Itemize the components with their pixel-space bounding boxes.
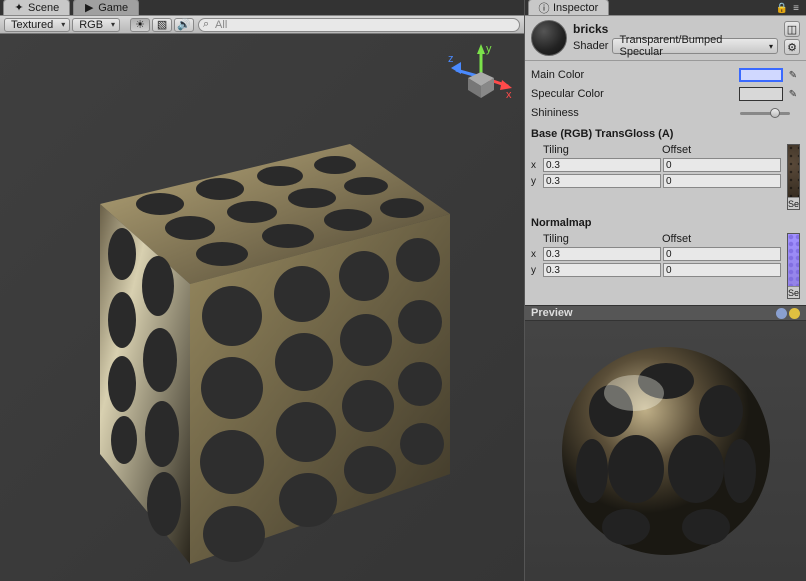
book-icon: ◫ [787, 23, 797, 36]
base-tiling-x[interactable] [543, 158, 661, 172]
normal-tiling-x[interactable] [543, 247, 661, 261]
normal-texture-slot[interactable]: Select [787, 233, 800, 299]
shading-mode-dropdown[interactable]: Textured [4, 18, 70, 32]
shading-mode-label: Textured [11, 19, 53, 31]
axis-y-label: y [531, 176, 541, 187]
material-preview-thumb [531, 20, 567, 56]
tab-game[interactable]: ▶ Game [73, 0, 139, 15]
base-offset-x[interactable] [663, 158, 781, 172]
scene-tab-row: ✦ Scene ▶ Game [0, 0, 524, 16]
axis-x-label: x [531, 160, 541, 171]
help-button[interactable]: ◫ [784, 21, 800, 37]
scene-search-input[interactable]: All [198, 18, 520, 32]
gear-icon: ⚙ [787, 41, 797, 54]
base-offset-y[interactable] [663, 174, 781, 188]
sun-icon: ☀ [135, 18, 145, 31]
preview-viewport[interactable] [525, 321, 806, 581]
normal-tiling-y[interactable] [543, 263, 661, 277]
normal-select-button[interactable]: Select [788, 286, 799, 298]
preview-title: Preview [531, 307, 573, 319]
shininess-slider[interactable] [740, 112, 800, 115]
skybox-toggle[interactable]: ▧ [152, 18, 172, 32]
base-select-button[interactable]: Select [788, 197, 799, 209]
tab-game-label: Game [98, 2, 128, 14]
preview-sphere [556, 341, 776, 561]
offset-header: Offset [662, 233, 781, 245]
base-tiling-y[interactable] [543, 174, 661, 188]
material-header: bricks Shader Transparent/Bumped Specula… [525, 16, 806, 61]
shader-dropdown[interactable]: Transparent/Bumped Specular [612, 38, 778, 54]
main-color-swatch[interactable] [739, 68, 783, 82]
preview-sphere-toggle[interactable] [776, 308, 787, 319]
main-color-label: Main Color [531, 69, 739, 81]
eyedropper-icon[interactable]: ✎ [786, 87, 800, 101]
material-properties: Main Color ✎ Specular Color ✎ Shininess … [525, 61, 806, 305]
tab-inspector[interactable]: ⓘ Inspector [528, 0, 609, 15]
base-tex-title: Base (RGB) TransGloss (A) [531, 128, 800, 140]
speaker-icon: 🔊 [177, 18, 191, 31]
axis-x-label: x [531, 249, 541, 260]
settings-button[interactable]: ⚙ [784, 39, 800, 55]
shader-label: Shader [573, 40, 608, 52]
orientation-gizmo[interactable]: y x z [446, 42, 516, 112]
game-icon: ▶ [84, 3, 94, 13]
lighting-toggle[interactable]: ☀ [130, 18, 150, 32]
svg-text:y: y [486, 43, 492, 55]
shininess-label: Shininess [531, 107, 740, 119]
audio-toggle[interactable]: 🔊 [174, 18, 194, 32]
info-icon: ⓘ [539, 3, 549, 13]
inspector-tab-row: ⓘ Inspector 🔒 ≡ [525, 0, 806, 16]
tab-scene-label: Scene [28, 2, 59, 14]
picture-icon: ▧ [157, 18, 167, 31]
specular-color-label: Specular Color [531, 88, 739, 100]
render-mode-label: RGB [79, 19, 103, 31]
normal-offset-x[interactable] [663, 247, 781, 261]
eyedropper-icon[interactable]: ✎ [786, 68, 800, 82]
lock-icon[interactable]: 🔒 [776, 2, 788, 14]
scene-toolbar: Textured RGB ☀ ▧ 🔊 All [0, 16, 524, 34]
base-texture-slot[interactable]: Select [787, 144, 800, 210]
tiling-header: Tiling [543, 233, 662, 245]
tab-inspector-label: Inspector [553, 2, 598, 14]
search-placeholder: All [215, 19, 227, 31]
tab-scene[interactable]: ✦ Scene [3, 0, 70, 15]
preview-light-toggle[interactable] [789, 308, 800, 319]
svg-text:x: x [506, 89, 512, 101]
normal-offset-y[interactable] [663, 263, 781, 277]
scene-icon: ✦ [14, 3, 24, 13]
axis-y-label: y [531, 265, 541, 276]
offset-header: Offset [662, 144, 781, 156]
specular-color-swatch[interactable] [739, 87, 783, 101]
panel-menu-icon[interactable]: ≡ [790, 2, 802, 14]
scene-viewport[interactable]: y x z [0, 34, 524, 581]
tiling-header: Tiling [543, 144, 662, 156]
svg-text:z: z [448, 53, 454, 65]
shader-value: Transparent/Bumped Specular [619, 34, 763, 58]
cube-mesh [40, 124, 460, 574]
normal-tex-title: Normalmap [531, 217, 800, 229]
render-mode-dropdown[interactable]: RGB [72, 18, 120, 32]
preview-header[interactable]: Preview [525, 305, 806, 321]
